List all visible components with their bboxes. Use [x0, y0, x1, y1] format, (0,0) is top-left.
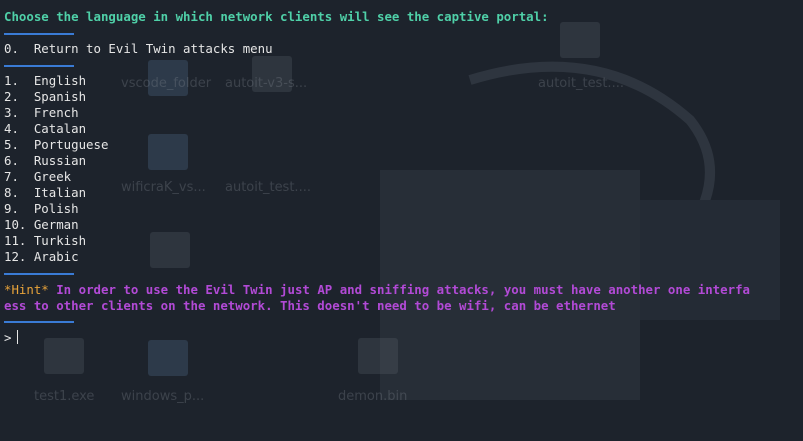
hint-line-2: ess to other clients on the network. Thi…	[4, 298, 616, 313]
file-icon	[150, 232, 190, 268]
input-line[interactable]: >	[4, 330, 19, 346]
desktop-icon-label: wificraK_vs...	[121, 180, 206, 195]
desktop-icon-label: demon.bin	[338, 389, 408, 404]
language-option: 6. Russian	[4, 153, 87, 168]
hint-tag: *Hint*	[4, 282, 49, 297]
desktop-icon-label: windows_p...	[121, 389, 205, 404]
language-option: 12. Arabic	[4, 249, 79, 264]
language-option: 4. Catalan	[4, 121, 87, 136]
language-option: 3. French	[4, 105, 79, 120]
menu-option-return: 0. Return to Evil Twin attacks menu	[4, 41, 273, 56]
language-option: 5. Portuguese	[4, 137, 109, 152]
input-prompt: >	[4, 330, 12, 345]
separator	[4, 65, 74, 67]
folder-icon	[148, 134, 188, 170]
file-icon	[44, 338, 84, 374]
language-option: 8. Italian	[4, 185, 87, 200]
background-art	[380, 61, 780, 400]
text-cursor	[17, 330, 19, 344]
desktop-icon-label: test1.exe	[34, 389, 95, 404]
separator	[4, 321, 74, 323]
separator	[4, 273, 74, 275]
language-option: 1. English	[4, 73, 87, 88]
file-icon	[358, 338, 398, 374]
hint-text: In order to use the Evil Twin just AP an…	[48, 282, 750, 297]
file-icon	[560, 22, 600, 58]
terminal-window[interactable]: vscode_folder autoit-v3-s... autoit_test…	[0, 0, 803, 441]
separator	[4, 33, 74, 35]
desktop-icon-label: autoit_test....	[538, 76, 624, 91]
language-option: 10. German	[4, 217, 79, 232]
desktop-icon-label: vscode_folder	[121, 76, 212, 91]
desktop-icon-label: autoit_test....	[225, 180, 311, 195]
language-option: 2. Spanish	[4, 89, 87, 104]
prompt-title: Choose the language in which network cli…	[4, 9, 549, 24]
language-option: 11. Turkish	[4, 233, 87, 248]
hint-line-1: *Hint* In order to use the Evil Twin jus…	[4, 282, 750, 298]
language-option: 9. Polish	[4, 201, 79, 216]
desktop-icon-label: autoit-v3-s...	[225, 76, 308, 91]
language-option: 7. Greek	[4, 169, 72, 184]
folder-icon	[148, 340, 188, 376]
